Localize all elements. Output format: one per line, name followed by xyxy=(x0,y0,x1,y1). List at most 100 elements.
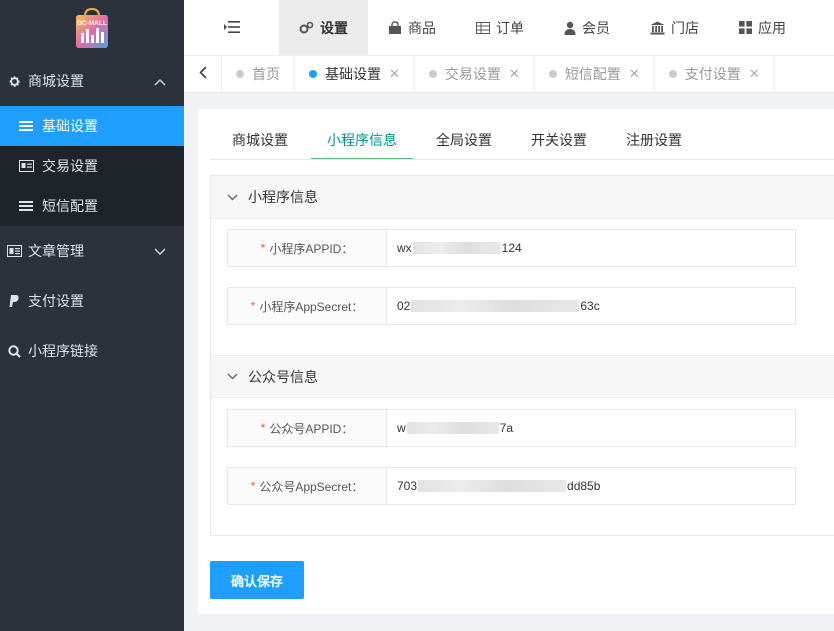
chevron-up-icon xyxy=(154,73,166,89)
confirm-save-button[interactable]: 确认保存 xyxy=(210,561,304,599)
value-prefix: 703 xyxy=(397,479,418,493)
topnav-products[interactable]: 商品 xyxy=(368,0,456,55)
field-row-miniprogram-appsecret: * 小程序AppSecret： 02 63c xyxy=(227,287,796,325)
page-tab-basic-settings[interactable]: 基础设置 ✕ xyxy=(295,56,415,92)
redacted-block xyxy=(411,300,580,312)
topnav-settings[interactable]: 设置 xyxy=(279,0,368,55)
chevron-down-icon xyxy=(227,194,238,201)
close-icon[interactable]: ✕ xyxy=(389,66,400,82)
redacted-block xyxy=(418,480,567,492)
field-label-text: 小程序AppSecret： xyxy=(259,299,364,314)
dc-mall-logo[interactable]: DC-MALL xyxy=(73,6,111,50)
chevron-left-icon xyxy=(198,66,207,82)
miniprogram-appsecret-input[interactable]: 02 63c xyxy=(387,287,796,325)
user-icon xyxy=(564,21,576,35)
sidebar-item-label: 文章管理 xyxy=(28,243,84,259)
sidebar-item-mall-settings[interactable]: 商城设置 xyxy=(0,56,184,106)
top-nav: 设置 商品 订单 会员 门店 应用 xyxy=(279,0,806,55)
page-tab-payment-settings[interactable]: 支付设置 ✕ xyxy=(655,56,775,92)
required-asterisk: * xyxy=(250,299,256,313)
grid-icon xyxy=(739,21,752,34)
page-tab-sms-config[interactable]: 短信配置 ✕ xyxy=(535,56,655,92)
page-tab-trade-settings[interactable]: 交易设置 ✕ xyxy=(415,56,535,92)
paypal-icon xyxy=(6,294,22,308)
settings-subtabs: 商城设置 小程序信息 全局设置 开关设置 注册设置 xyxy=(216,121,705,160)
settings-card: 商城设置 小程序信息 全局设置 开关设置 注册设置 小程序信息 * 小程序APP… xyxy=(198,109,834,614)
subtab-global-settings[interactable]: 全局设置 xyxy=(420,121,508,159)
id-card-icon xyxy=(18,160,34,172)
required-asterisk: * xyxy=(260,421,266,435)
gears-icon xyxy=(299,21,314,35)
value-suffix: dd85b xyxy=(567,479,601,493)
sidebar-item-label: 基础设置 xyxy=(42,118,98,134)
topnav-members[interactable]: 会员 xyxy=(544,0,630,55)
page-tab-label: 交易设置 xyxy=(444,66,501,82)
page-tab-strip: 首页 基础设置 ✕ 交易设置 ✕ 短信配置 ✕ 支付设置 ✕ xyxy=(184,56,834,93)
tab-status-dot xyxy=(428,70,437,78)
topnav-orders[interactable]: 订单 xyxy=(456,0,544,55)
sidebar-item-basic-settings[interactable]: 基础设置 xyxy=(0,106,184,146)
page-tab-label: 基础设置 xyxy=(325,66,381,82)
subtab-mall-settings[interactable]: 商城设置 xyxy=(216,121,304,159)
value-prefix: wx xyxy=(397,241,412,255)
sidebar-item-trade-settings[interactable]: 交易设置 xyxy=(0,146,184,186)
sidebar-item-label: 短信配置 xyxy=(42,198,98,214)
chevron-down-icon xyxy=(227,373,238,380)
top-header: 设置 商品 订单 会员 门店 应用 xyxy=(184,0,834,56)
field-label: * 小程序AppSecret： xyxy=(227,287,387,325)
sidebar-item-payment-settings[interactable]: 支付设置 xyxy=(0,276,184,326)
field-row-official-appsecret: * 公众号AppSecret： 703 dd85b xyxy=(227,467,796,505)
sidebar-item-label: 商城设置 xyxy=(28,73,84,89)
section-header-miniprogram[interactable]: 小程序信息 xyxy=(211,176,834,219)
news-icon xyxy=(6,245,22,257)
subtab-register-settings[interactable]: 注册设置 xyxy=(610,121,698,159)
section-header-official-account[interactable]: 公众号信息 xyxy=(211,355,834,398)
topnav-stores[interactable]: 门店 xyxy=(630,0,719,55)
logo-area: DC-MALL xyxy=(0,0,184,56)
value-suffix: 7a xyxy=(499,421,514,435)
sidebar-item-article-management[interactable]: 文章管理 xyxy=(0,226,184,276)
page-tab-home[interactable]: 首页 xyxy=(222,56,295,92)
field-label: * 小程序APPID： xyxy=(227,229,387,267)
topnav-label: 设置 xyxy=(320,19,348,36)
tab-status-dot xyxy=(236,70,244,78)
tab-status-dot xyxy=(668,70,677,78)
menu-collapse-icon xyxy=(223,20,240,36)
field-row-miniprogram-appid: * 小程序APPID： wx 124 xyxy=(227,229,796,267)
close-icon[interactable]: ✕ xyxy=(629,66,640,82)
field-label: * 公众号AppSecret： xyxy=(227,467,387,505)
redacted-block xyxy=(406,422,499,434)
chevron-down-icon xyxy=(154,243,166,259)
sidebar-item-label: 小程序链接 xyxy=(28,343,98,359)
topnav-label: 商品 xyxy=(408,19,436,36)
sidebar-item-miniprogram-links[interactable]: 小程序链接 xyxy=(0,326,184,376)
field-label-text: 公众号APPID： xyxy=(269,421,354,436)
list-icon xyxy=(18,200,34,212)
official-appid-input[interactable]: w 7a xyxy=(387,409,796,447)
collapse-panel: 小程序信息 * 小程序APPID： wx 124 * 小程序AppSecret：… xyxy=(210,175,834,536)
sidebar-toggle-button[interactable] xyxy=(184,0,279,55)
miniprogram-appid-input[interactable]: wx 124 xyxy=(387,229,796,267)
subtab-switch-settings[interactable]: 开关设置 xyxy=(515,121,603,159)
required-asterisk: * xyxy=(250,479,256,493)
page-tab-label: 支付设置 xyxy=(684,66,741,82)
value-suffix: 124 xyxy=(501,241,522,255)
close-icon[interactable]: ✕ xyxy=(749,66,760,82)
sidebar-item-label: 支付设置 xyxy=(28,293,84,309)
logo-text: DC-MALL xyxy=(77,20,107,27)
field-row-official-appid: * 公众号APPID： w 7a xyxy=(227,409,796,447)
tab-scroll-left-button[interactable] xyxy=(184,56,222,92)
field-label-text: 小程序APPID： xyxy=(269,241,354,256)
sidebar: DC-MALL 商城设置 基础设置 交易设置 短信配置 文章管理 支付设置 小程… xyxy=(0,0,184,631)
topnav-label: 会员 xyxy=(582,19,610,36)
section-title: 公众号信息 xyxy=(248,368,318,385)
subtab-miniprogram-info[interactable]: 小程序信息 xyxy=(311,121,413,160)
gear-icon xyxy=(6,75,22,88)
submenu-mall-settings: 基础设置 交易设置 短信配置 xyxy=(0,106,184,226)
list-icon xyxy=(18,120,34,132)
close-icon[interactable]: ✕ xyxy=(509,66,520,82)
official-appsecret-input[interactable]: 703 dd85b xyxy=(387,467,796,505)
tab-status-dot xyxy=(548,70,557,78)
sidebar-item-sms-config[interactable]: 短信配置 xyxy=(0,186,184,226)
topnav-apps[interactable]: 应用 xyxy=(719,0,806,55)
